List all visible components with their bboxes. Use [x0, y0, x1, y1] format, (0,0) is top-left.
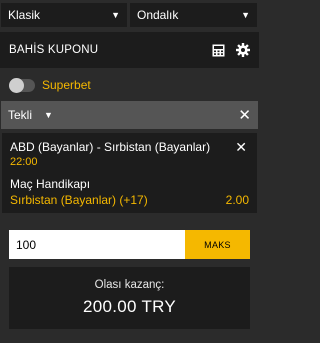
close-icon[interactable]: ✕ [238, 108, 251, 123]
odds-value: 2.00 [225, 193, 249, 207]
max-stake-button[interactable]: MAKS [185, 230, 250, 259]
odds-format-select[interactable]: Ondalık ▼ [130, 3, 257, 27]
bet-type-select[interactable]: Tekli [8, 108, 32, 122]
market-name: Maç Handikapı [10, 177, 91, 191]
bet-type-bar: Tekli ▼ ✕ [1, 101, 258, 129]
betslip-header: BAHİS KUPONU [0, 32, 259, 68]
superbet-label: Superbet [42, 78, 91, 92]
match-time: 22:00 [10, 156, 38, 168]
potential-winnings: Olası kazanç: 200.00 TRY [9, 267, 250, 329]
odds-format-value: Ondalık [137, 8, 179, 22]
selection-row: Sırbistan (Bayanlar) (+17) 2.00 [10, 193, 249, 207]
toggle-knob [9, 77, 24, 93]
top-selects: Klasik ▼ Ondalık ▼ [0, 0, 259, 30]
stake-input[interactable] [9, 230, 185, 259]
superbet-toggle[interactable] [9, 77, 35, 93]
bet-card: ABD (Bayanlar) - Sırbistan (Bayanlar) ✕ … [2, 133, 257, 213]
caret-down-icon: ▼ [241, 9, 250, 20]
caret-down-icon: ▼ [111, 9, 120, 20]
stake-row: MAKS [9, 230, 250, 259]
match-name: ABD (Bayanlar) - Sırbistan (Bayanlar) [10, 140, 211, 154]
superbet-row: Superbet [0, 72, 259, 98]
winnings-label: Olası kazanç: [94, 279, 165, 291]
gear-icon[interactable] [236, 43, 250, 57]
calculator-icon[interactable] [212, 44, 225, 57]
match-row: ABD (Bayanlar) - Sırbistan (Bayanlar) ✕ [10, 140, 249, 154]
caret-down-icon[interactable]: ▼ [44, 110, 238, 120]
bet-view-select[interactable]: Klasik ▼ [1, 3, 127, 27]
betslip-title: BAHİS KUPONU [9, 44, 99, 56]
selection-name: Sırbistan (Bayanlar) (+17) [10, 193, 148, 207]
close-icon[interactable]: ✕ [235, 140, 247, 154]
bet-view-value: Klasik [8, 8, 41, 22]
winnings-amount: 200.00 TRY [82, 297, 177, 316]
